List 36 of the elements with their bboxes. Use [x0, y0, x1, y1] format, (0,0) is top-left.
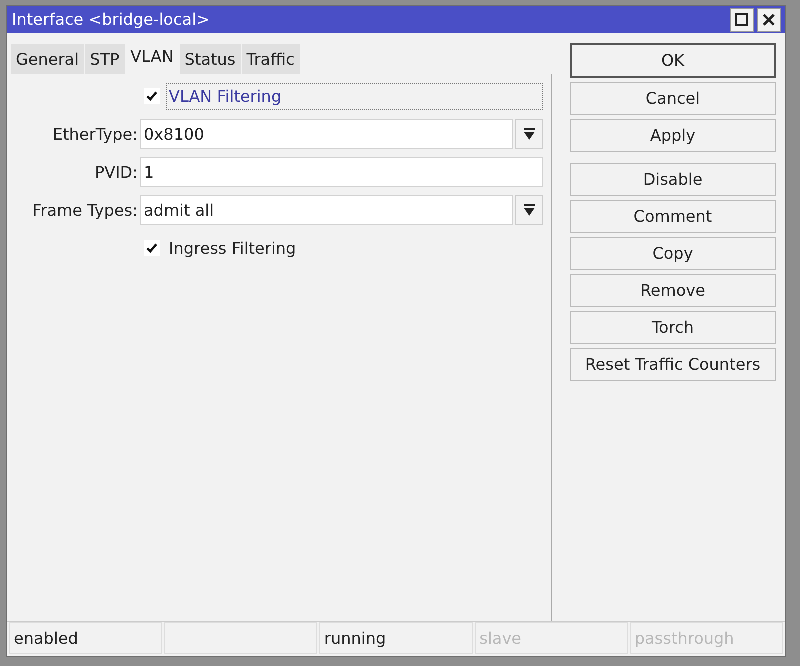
button[interactable]: Remove: [570, 274, 776, 307]
button[interactable]: Torch: [570, 311, 776, 344]
down-arrow-icon: [524, 128, 534, 140]
input-field[interactable]: 0x8100: [140, 119, 513, 149]
tab[interactable]: STP: [85, 44, 126, 74]
field-label: PVID:: [94, 162, 138, 182]
status-cell: enabled: [9, 622, 162, 654]
checkbox-label[interactable]: VLAN Filtering: [166, 82, 543, 110]
button[interactable]: Comment: [570, 200, 776, 233]
dropdown-button[interactable]: [515, 119, 543, 149]
tab[interactable]: General: [11, 44, 86, 74]
input-field[interactable]: 1: [140, 157, 543, 187]
checkbox[interactable]: [144, 240, 160, 256]
field-label: EtherType:: [52, 124, 138, 144]
button[interactable]: Cancel: [570, 82, 776, 115]
checkbox-label[interactable]: Ingress Filtering: [166, 234, 300, 262]
button[interactable]: Apply: [570, 119, 776, 152]
button[interactable]: Reset Traffic Counters: [570, 348, 776, 381]
close-button[interactable]: [757, 8, 781, 32]
status-cell: running: [319, 622, 473, 654]
button[interactable]: Disable: [570, 163, 776, 196]
dropdown-button[interactable]: [515, 195, 543, 225]
field-label: Frame Types:: [32, 200, 138, 220]
status-cell: passthrough: [630, 622, 784, 654]
tab[interactable]: Status: [180, 44, 242, 74]
status-cell: slave: [474, 622, 628, 654]
tab[interactable]: Traffic: [242, 44, 301, 74]
window-title: Interface <bridge-local>: [12, 10, 210, 29]
maximize-icon: [735, 12, 749, 26]
checkbox[interactable]: [144, 88, 160, 104]
button[interactable]: Copy: [570, 237, 776, 270]
button[interactable]: OK: [570, 43, 776, 78]
close-icon: [762, 12, 776, 26]
input-field[interactable]: admit all: [140, 195, 513, 225]
maximize-button[interactable]: [730, 8, 754, 32]
down-arrow-icon: [524, 204, 534, 216]
